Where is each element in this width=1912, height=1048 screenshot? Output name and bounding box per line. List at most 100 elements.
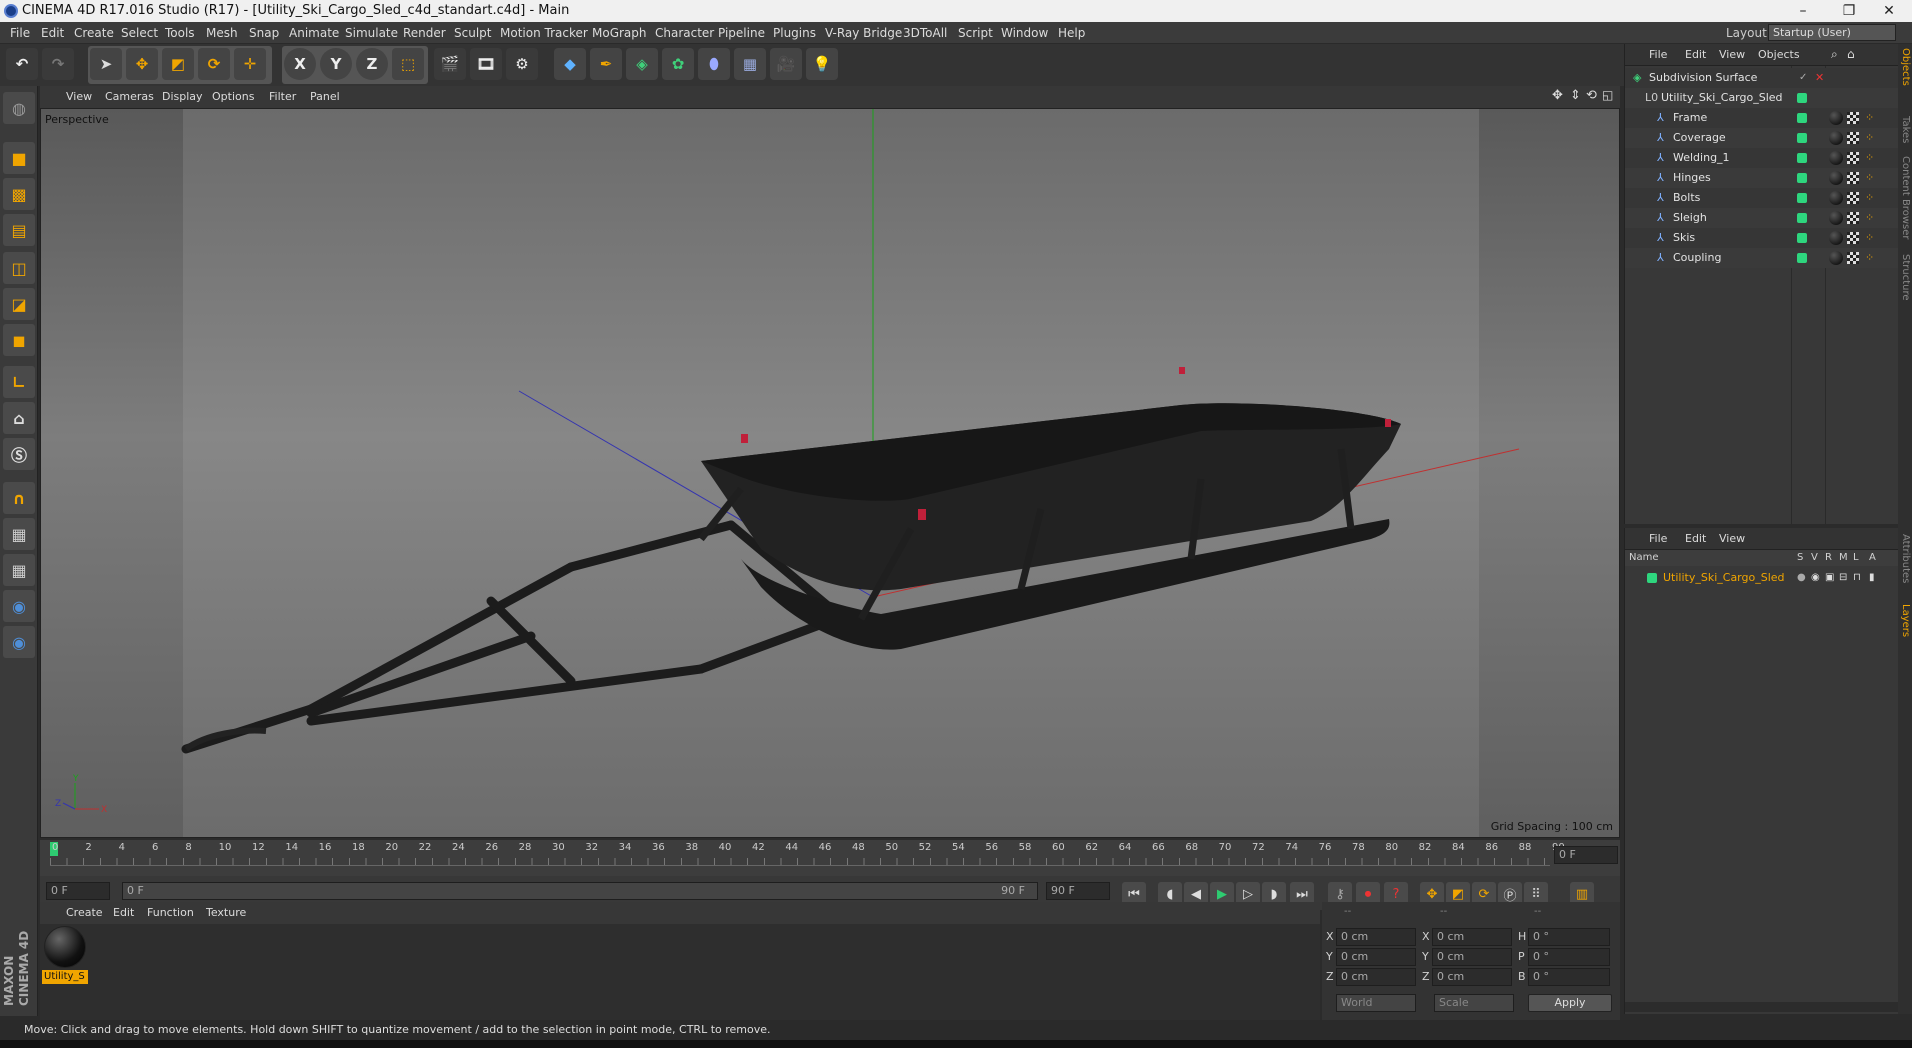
object-name[interactable]: Skis — [1673, 228, 1695, 248]
layers-menu-file[interactable]: File — [1649, 532, 1667, 545]
side-tab-layers[interactable]: Layers — [1899, 604, 1911, 637]
selection-tag-icon[interactable]: ⁘ — [1865, 108, 1874, 128]
snap-button[interactable]: ∩ — [3, 482, 35, 514]
minimize-button[interactable]: – — [1780, 0, 1826, 22]
texture-tag-icon[interactable] — [1847, 132, 1859, 144]
model-mode-button[interactable]: ■ — [3, 142, 35, 174]
3d-viewport[interactable]: Perspective Y X Z Grid Spacing: 100 cm — [40, 108, 1620, 838]
texture-tag-icon[interactable] — [1847, 192, 1859, 204]
spline-pen-button[interactable]: ✒ — [590, 48, 622, 80]
material-menu-create[interactable]: Create — [66, 906, 103, 919]
coord-mode-select[interactable]: World — [1336, 994, 1416, 1012]
layer-render-icon[interactable]: ▣ — [1825, 568, 1834, 588]
layer-scrollbar[interactable] — [1625, 1002, 1899, 1012]
viewport-rotate-icon[interactable]: ⟲ — [1586, 88, 1597, 103]
side-tab-content-browser[interactable]: Content Browser — [1899, 156, 1911, 239]
selection-tag-icon[interactable]: ⁘ — [1865, 228, 1874, 248]
menu-script[interactable]: Script — [958, 26, 993, 40]
render-view-button[interactable]: 🎬 — [434, 48, 466, 80]
make-editable-button[interactable]: ◍ — [3, 92, 35, 124]
menu-sculpt[interactable]: Sculpt — [454, 26, 491, 40]
material-tag-icon[interactable] — [1829, 111, 1843, 125]
layer-color-swatch[interactable] — [1647, 573, 1657, 583]
search-icon[interactable]: ⌕ — [1831, 47, 1838, 62]
enable-check-icon[interactable]: ✓ — [1799, 68, 1807, 88]
material-tag-icon[interactable] — [1829, 251, 1843, 265]
menu-create[interactable]: Create — [74, 26, 114, 40]
objects-menu-edit[interactable]: Edit — [1685, 48, 1706, 61]
object-name[interactable]: Coverage — [1673, 128, 1726, 148]
menu-animate[interactable]: Animate — [289, 26, 339, 40]
selection-tag-icon[interactable]: ⁘ — [1865, 208, 1874, 228]
object-name[interactable]: Hinges — [1673, 168, 1711, 188]
menu-tools[interactable]: Tools — [165, 26, 195, 40]
layer-color-swatch[interactable] — [1797, 193, 1807, 203]
workplane-mode-button[interactable]: ▤ — [3, 214, 35, 246]
coord-size-y-field[interactable]: 0 cm — [1432, 948, 1512, 966]
coordinate-system-button[interactable]: ⬚ — [392, 48, 424, 80]
object-row[interactable]: ⅄ Hinges ⁘ — [1625, 168, 1899, 188]
side-tab-structure[interactable]: Structure — [1899, 254, 1911, 301]
array-button[interactable]: ✿ — [662, 48, 694, 80]
material-tag-icon[interactable] — [1829, 131, 1843, 145]
layers-menu-view[interactable]: View — [1719, 532, 1745, 545]
object-name[interactable]: Coupling — [1673, 248, 1721, 268]
material-menu-texture[interactable]: Texture — [206, 906, 246, 919]
menu-file[interactable]: File — [10, 26, 30, 40]
selection-tag-icon[interactable]: ⁘ — [1865, 188, 1874, 208]
soft-selection-button[interactable]: Ⓢ — [3, 438, 35, 470]
selection-tag-icon[interactable]: ⁘ — [1865, 148, 1874, 168]
layers-menu-edit[interactable]: Edit — [1685, 532, 1706, 545]
viewport-menu-display[interactable]: Display — [162, 90, 203, 103]
render-picture-viewer-button[interactable]: 🎞 — [470, 48, 502, 80]
object-row[interactable]: ⅄ Sleigh ⁘ — [1625, 208, 1899, 228]
material-thumbnail[interactable] — [44, 926, 86, 968]
viewport-menu-options[interactable]: Options — [212, 90, 254, 103]
subdivision-surface-button[interactable]: ◈ — [626, 48, 658, 80]
side-tab-takes[interactable]: Takes — [1899, 116, 1911, 143]
edges-mode-button[interactable]: ◪ — [3, 288, 35, 320]
points-mode-button[interactable]: ◫ — [3, 252, 35, 284]
menu-3dtoall[interactable]: 3DToAll — [903, 26, 947, 40]
material-menu-function[interactable]: Function — [147, 906, 194, 919]
layer-color-swatch[interactable] — [1797, 113, 1807, 123]
object-row[interactable]: ◈ Subdivision Surface ✓ ✕ — [1625, 68, 1899, 88]
object-row[interactable]: ⅄ Coupling ⁘ — [1625, 248, 1899, 268]
texture-mode-button[interactable]: ▩ — [3, 178, 35, 210]
material-tag-icon[interactable] — [1829, 191, 1843, 205]
viewport-move-icon[interactable]: ✥ — [1552, 88, 1563, 103]
menu-select[interactable]: Select — [121, 26, 158, 40]
side-tab-objects[interactable]: Objects — [1899, 48, 1911, 86]
coord-pos-y-field[interactable]: 0 cm — [1336, 948, 1416, 966]
layer-name[interactable]: Utility_Ski_Cargo_Sled — [1663, 568, 1785, 588]
side-tab-attributes[interactable]: Attributes — [1899, 534, 1911, 583]
texture-tag-icon[interactable] — [1847, 252, 1859, 264]
layer-solo-dot[interactable]: ● — [1797, 568, 1806, 588]
viewport-menu-panel[interactable]: Panel — [310, 90, 340, 103]
apply-button[interactable]: Apply — [1528, 994, 1612, 1012]
coord-pos-z-field[interactable]: 0 cm — [1336, 968, 1416, 986]
render-settings-button[interactable]: ⚙ — [506, 48, 538, 80]
object-row[interactable]: L0 Utility_Ski_Cargo_Sled — [1625, 88, 1899, 108]
camera-button[interactable]: 🎥 — [770, 48, 802, 80]
layer-color-swatch[interactable] — [1797, 173, 1807, 183]
layer-color-swatch[interactable] — [1797, 253, 1807, 263]
menu-mesh[interactable]: Mesh — [206, 26, 238, 40]
viewport-zoom-icon[interactable]: ⇕ — [1570, 88, 1581, 103]
layer-color-swatch[interactable] — [1797, 213, 1807, 223]
layer-manager-icon[interactable]: ⊟ — [1839, 568, 1847, 588]
move-tool-button[interactable]: ✥ — [126, 48, 158, 80]
layer-animation-icon[interactable]: ▮ — [1869, 568, 1875, 588]
layer-lock-icon[interactable]: ⊓ — [1853, 568, 1861, 588]
start-frame-field[interactable]: 0 F — [46, 882, 110, 900]
menu-edit[interactable]: Edit — [41, 26, 64, 40]
x-axis-toggle[interactable]: X — [284, 48, 316, 80]
objects-menu-objects[interactable]: Objects — [1758, 48, 1800, 61]
menu-render[interactable]: Render — [403, 26, 446, 40]
rotate-tool-button[interactable]: ⟳ — [198, 48, 230, 80]
texture-tag-icon[interactable] — [1847, 152, 1859, 164]
object-row[interactable]: ⅄ Coverage ⁘ — [1625, 128, 1899, 148]
object-row[interactable]: ⅄ Bolts ⁘ — [1625, 188, 1899, 208]
object-name[interactable]: Utility_Ski_Cargo_Sled — [1661, 88, 1783, 108]
texture-tag-icon[interactable] — [1847, 112, 1859, 124]
